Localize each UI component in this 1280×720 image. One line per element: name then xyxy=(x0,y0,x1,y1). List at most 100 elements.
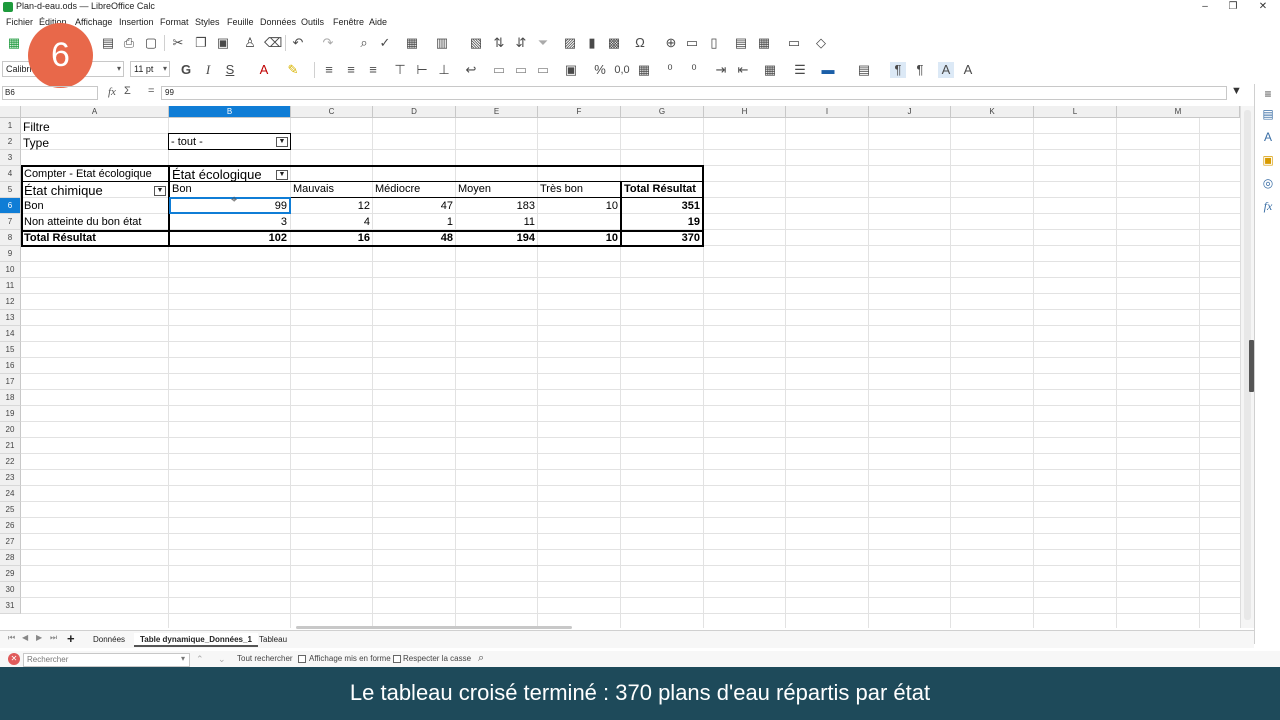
cell-b6[interactable]: 99 xyxy=(170,198,289,214)
italic-button[interactable]: I xyxy=(200,62,216,78)
paste-icon[interactable]: ▣ xyxy=(215,35,231,51)
menu-affichage[interactable]: Affichage xyxy=(75,17,112,27)
align-bottom-icon[interactable]: ⊥ xyxy=(436,62,452,78)
column-header-j[interactable]: J xyxy=(869,106,951,118)
column-field-dropdown-icon[interactable]: ▼ xyxy=(276,170,288,180)
row-header-18[interactable]: 18 xyxy=(0,390,21,406)
row-header-26[interactable]: 26 xyxy=(0,518,21,534)
menu-fichier[interactable]: Fichier xyxy=(6,17,33,27)
function-wizard-icon[interactable]: fx xyxy=(108,86,116,98)
find-next-icon[interactable]: ⌄ xyxy=(218,654,226,665)
next-sheet-icon[interactable]: ▶ xyxy=(36,633,42,642)
properties-icon[interactable]: ▤ xyxy=(1260,106,1276,122)
menu-outils[interactable]: Outils xyxy=(301,17,324,27)
define-print-area-icon[interactable]: ▤ xyxy=(733,35,749,51)
unmerge-cells-icon[interactable]: ▭ xyxy=(535,62,551,78)
header-footer-icon[interactable]: ▯ xyxy=(706,35,722,51)
row-header-22[interactable]: 22 xyxy=(0,454,21,470)
navigator-icon[interactable]: ◎ xyxy=(1260,175,1276,191)
cell-d7[interactable]: 1 xyxy=(373,214,455,230)
undo-icon[interactable]: ↶ xyxy=(290,35,306,51)
row-header-16[interactable]: 16 xyxy=(0,358,21,374)
number-format-button[interactable]: 0,0 xyxy=(612,62,632,78)
expand-formula-bar-icon[interactable]: ▼ xyxy=(1231,85,1242,97)
pivot-table-icon[interactable]: ▩ xyxy=(606,35,622,51)
functions-icon[interactable]: fx xyxy=(1260,198,1276,214)
row-header-21[interactable]: 21 xyxy=(0,438,21,454)
column-header-c[interactable]: C xyxy=(291,106,373,118)
border-color-icon[interactable]: ▬ xyxy=(820,62,836,78)
menu-styles[interactable]: Styles xyxy=(195,17,220,27)
spelling-icon[interactable]: ✓ xyxy=(377,35,393,51)
cell-c6[interactable]: 12 xyxy=(291,198,372,214)
cell-f7[interactable] xyxy=(538,214,620,230)
row-header-6[interactable]: 6 xyxy=(0,198,21,214)
type-filter-dropdown-icon[interactable]: ▼ xyxy=(276,137,288,147)
menu-format[interactable]: Format xyxy=(160,17,189,27)
cell-e7[interactable]: 11 xyxy=(456,214,537,230)
align-right-icon[interactable]: ≡ xyxy=(365,62,381,78)
find-previous-icon[interactable]: ⌃ xyxy=(196,654,204,665)
find-replace-icon[interactable]: ⌕ xyxy=(478,652,484,665)
comment-icon[interactable]: ▭ xyxy=(684,35,700,51)
font-size-box[interactable]: 11 pt ▾ xyxy=(130,61,170,77)
highlight-color-icon[interactable]: ✎ xyxy=(285,62,301,78)
text-orientation-icon[interactable]: A xyxy=(960,62,976,78)
column-header-h[interactable]: H xyxy=(704,106,786,118)
row-header-25[interactable]: 25 xyxy=(0,502,21,518)
cell-f8[interactable]: 10 xyxy=(538,230,620,246)
find-replace-icon[interactable]: ⌕ xyxy=(356,35,372,51)
decrease-indent-icon[interactable]: ⇤ xyxy=(735,62,751,78)
text-direction-ltr-icon[interactable]: ¶ xyxy=(890,62,906,78)
row-header-29[interactable]: 29 xyxy=(0,566,21,582)
column-header-g[interactable]: G xyxy=(621,106,704,118)
special-character-icon[interactable]: Ω xyxy=(632,35,648,51)
row-header-1[interactable]: 1 xyxy=(0,118,21,134)
cell-c7[interactable]: 4 xyxy=(291,214,372,230)
percent-button[interactable]: % xyxy=(592,62,608,78)
font-color-icon[interactable]: A xyxy=(256,62,272,78)
formula-input[interactable]: 99 xyxy=(161,86,1227,100)
sort-ascending-icon[interactable]: ⇅ xyxy=(491,35,507,51)
underline-button[interactable]: S xyxy=(222,62,238,78)
autofilter-icon[interactable]: ⏷ xyxy=(535,35,551,51)
column-header-f[interactable]: F xyxy=(538,106,621,118)
column-icon[interactable]: ▥ xyxy=(434,35,450,51)
insert-image-icon[interactable]: ▨ xyxy=(562,35,578,51)
formula-icon[interactable]: = xyxy=(148,85,154,97)
menu-insertion[interactable]: Insertion xyxy=(119,17,154,27)
print-icon[interactable]: ⎙ xyxy=(121,35,137,51)
row-header-5[interactable]: 5 xyxy=(0,182,21,198)
row-header-9[interactable]: 9 xyxy=(0,246,21,262)
menu-feuille[interactable]: Feuille xyxy=(227,17,254,27)
cell-b8[interactable]: 102 xyxy=(170,230,289,246)
cell-g6[interactable]: 351 xyxy=(622,198,702,214)
formatted-display-checkbox[interactable] xyxy=(298,655,306,663)
cell-b7[interactable]: 3 xyxy=(170,214,289,230)
row-header-7[interactable]: 7 xyxy=(0,214,21,230)
first-sheet-icon[interactable]: ⏮ xyxy=(8,633,15,643)
match-case-checkbox[interactable] xyxy=(393,655,401,663)
cut-icon[interactable]: ✂ xyxy=(170,35,186,51)
row-header-12[interactable]: 12 xyxy=(0,294,21,310)
row-header-19[interactable]: 19 xyxy=(0,406,21,422)
cell-c8[interactable]: 16 xyxy=(291,230,372,246)
row-header-13[interactable]: 13 xyxy=(0,310,21,326)
align-center-icon[interactable]: ≡ xyxy=(343,62,359,78)
sheet-tab-tableau[interactable]: Tableau xyxy=(253,633,293,647)
name-box[interactable]: B6 xyxy=(2,86,98,100)
align-left-icon[interactable]: ≡ xyxy=(321,62,337,78)
border-style-icon[interactable]: ☰ xyxy=(792,62,808,78)
text-direction-rtl-icon[interactable]: ¶ xyxy=(912,62,928,78)
close-find-bar-icon[interactable]: ✕ xyxy=(8,653,20,665)
minimize-button[interactable]: – xyxy=(1190,0,1220,14)
align-top-icon[interactable]: ⊤ xyxy=(392,62,408,78)
row-header-10[interactable]: 10 xyxy=(0,262,21,278)
sidebar-collapse-handle[interactable] xyxy=(1249,340,1254,392)
close-button[interactable]: ✕ xyxy=(1248,0,1278,14)
row-header-14[interactable]: 14 xyxy=(0,326,21,342)
last-sheet-icon[interactable]: ⏭ xyxy=(50,633,57,643)
currency-icon[interactable]: ▣ xyxy=(563,62,579,78)
row-header-15[interactable]: 15 xyxy=(0,342,21,358)
cell-e8[interactable]: 194 xyxy=(456,230,537,246)
